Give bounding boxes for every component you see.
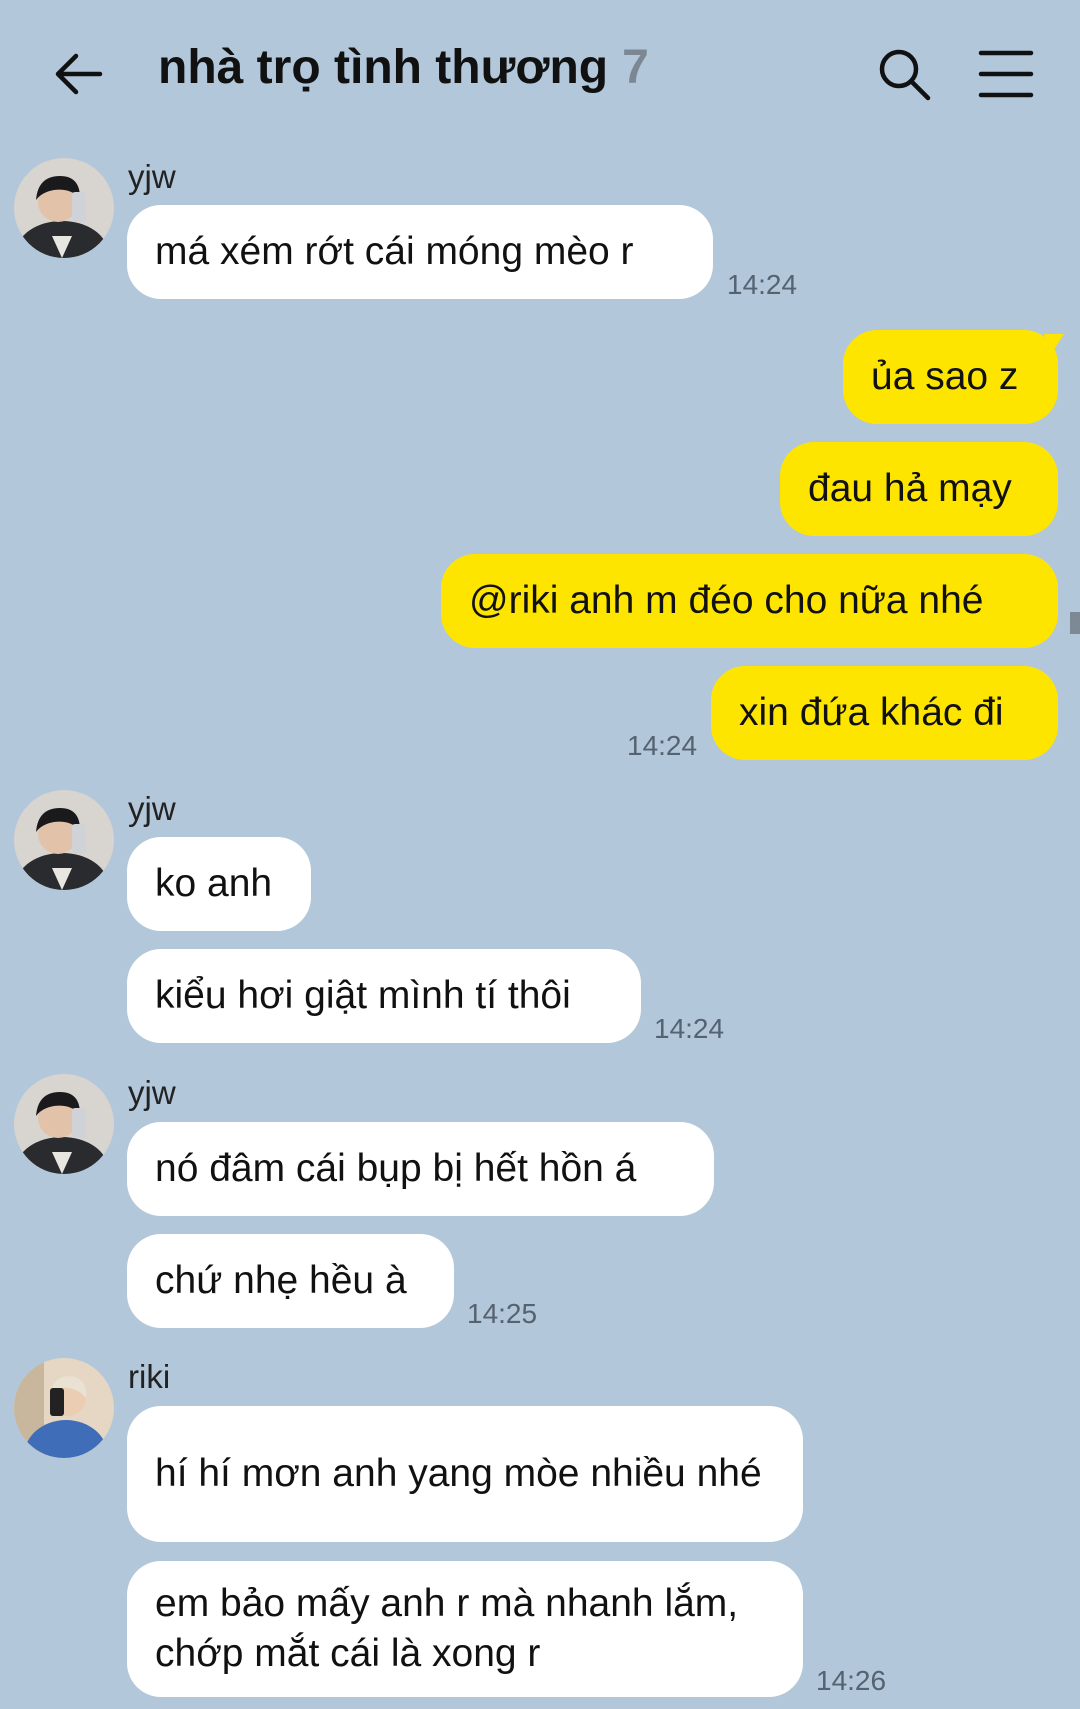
search-icon[interactable] xyxy=(876,46,932,102)
message-bubble[interactable]: ko anh xyxy=(127,837,311,931)
message-bubble[interactable]: má xém rớt cái móng mèo r xyxy=(127,205,713,299)
bubble-tail xyxy=(1044,334,1064,356)
message-text: @riki anh m đéo cho nữa nhé xyxy=(469,579,984,622)
avatar-yjw-image xyxy=(14,158,114,258)
message-time: 14:25 xyxy=(467,1298,538,1329)
message-bubble[interactable]: chứ nhẹ hều à xyxy=(127,1234,454,1328)
back-arrow-icon[interactable] xyxy=(50,46,106,102)
menu-icon[interactable] xyxy=(978,48,1034,100)
avatar-yjw-image xyxy=(14,790,114,890)
avatar-yjw[interactable] xyxy=(14,790,114,890)
chat-title: nhà trọ tình thương 7 xyxy=(158,40,649,95)
message-time: 14:24 xyxy=(727,269,798,300)
message-text: xin đứa khác đi xyxy=(739,691,1004,734)
my-message-bubble[interactable]: xin đứa khác đi xyxy=(711,666,1058,760)
message-text: ko anh xyxy=(155,862,273,905)
message-time: 14:24 xyxy=(627,730,698,761)
chat-header: nhà trọ tình thương 7 xyxy=(0,0,1080,150)
my-message-bubble[interactable]: ủa sao z xyxy=(843,330,1058,424)
avatar-riki[interactable] xyxy=(14,1358,114,1458)
message-text: em bảo mấy anh r mà nhanh lắm, chớp mắt … xyxy=(155,1582,739,1675)
my-message-bubble[interactable]: @riki anh m đéo cho nữa nhé xyxy=(441,554,1058,648)
message-text: kiểu hơi giật mình tí thôi xyxy=(155,974,571,1017)
member-count: 7 xyxy=(622,41,649,94)
message-bubble[interactable]: em bảo mấy anh r mà nhanh lắm, chớp mắt … xyxy=(127,1561,803,1697)
sender-name: yjw xyxy=(128,1074,176,1111)
sender-name: yjw xyxy=(128,790,176,827)
sender-name: riki xyxy=(128,1358,171,1395)
message-bubble[interactable]: kiểu hơi giật mình tí thôi xyxy=(127,949,641,1043)
my-message-bubble[interactable]: đau hả mạy xyxy=(780,442,1058,536)
message-bubble[interactable]: nó đâm cái bụp bị hết hồn á xyxy=(127,1122,714,1216)
sender-name: yjw xyxy=(128,158,176,195)
scrollbar-indicator[interactable] xyxy=(1070,612,1080,634)
avatar-yjw-image xyxy=(14,1074,114,1174)
message-text: hí hí mơn anh yang mòe nhiều nhé xyxy=(155,1452,762,1495)
message-text: đau hả mạy xyxy=(808,467,1012,510)
avatar-riki-image xyxy=(14,1358,114,1458)
message-time: 14:24 xyxy=(654,1013,725,1044)
avatar-yjw[interactable] xyxy=(14,158,114,258)
message-text: ủa sao z xyxy=(871,355,1019,398)
message-time: 14:26 xyxy=(816,1665,887,1696)
message-bubble[interactable]: hí hí mơn anh yang mòe nhiều nhé xyxy=(127,1406,803,1542)
message-text: nó đâm cái bụp bị hết hồn á xyxy=(155,1147,637,1190)
message-text: chứ nhẹ hều à xyxy=(155,1259,407,1302)
avatar-yjw[interactable] xyxy=(14,1074,114,1174)
message-text: má xém rớt cái móng mèo r xyxy=(155,230,634,273)
chat-name: nhà trọ tình thương xyxy=(158,41,609,94)
